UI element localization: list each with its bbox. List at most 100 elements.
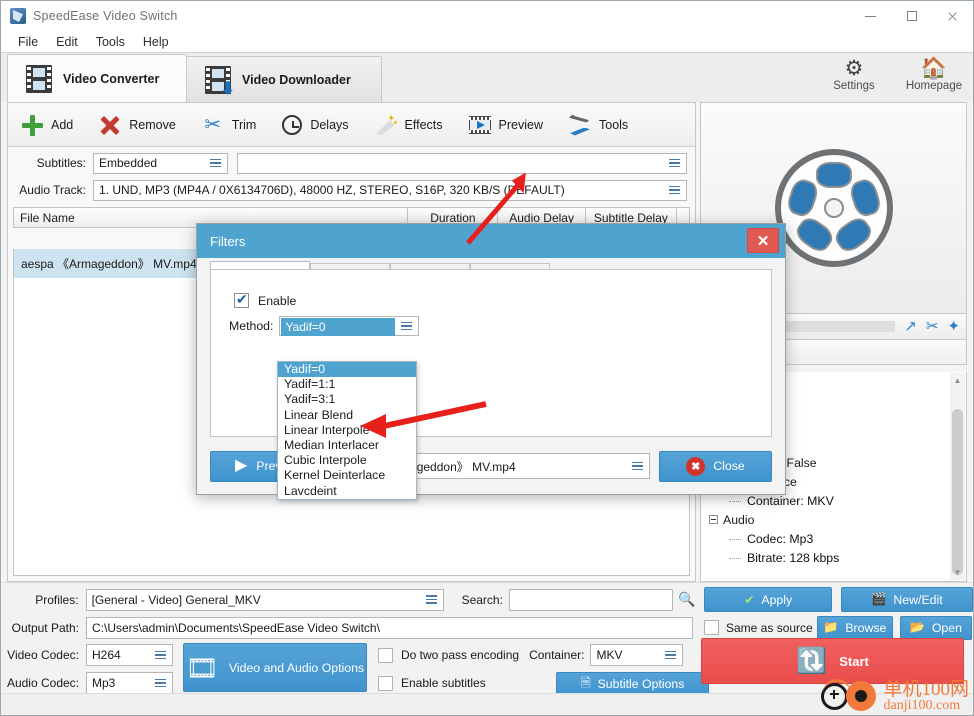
search-icon[interactable]: 🔍 (678, 591, 695, 608)
info-group-audio[interactable]: Audio (707, 511, 966, 530)
tree-dash (729, 558, 741, 559)
tree-dash (729, 501, 741, 502)
homepage-button[interactable]: 🏠 Homepage (903, 57, 965, 92)
film-reel-gear-icon: 🎞 (185, 652, 219, 683)
container-combo[interactable]: MKV (590, 644, 684, 666)
gear-icon: ⚙ (844, 57, 864, 80)
apply-button[interactable]: ✔ Apply (704, 587, 832, 612)
method-option[interactable]: Lavcdeint (278, 484, 416, 499)
audio-codec-combo[interactable]: Mp3 (86, 672, 173, 694)
open-button[interactable]: 📂 Open (899, 615, 972, 640)
video-codec-combo[interactable]: H264 (86, 644, 173, 666)
open-label: Open (931, 620, 962, 635)
method-option[interactable]: Yadif=1:1 (278, 377, 416, 392)
same-as-source-checkbox[interactable] (704, 620, 719, 635)
check-icon: ✔ (744, 592, 755, 607)
new-edit-label: New/Edit (893, 592, 943, 607)
trim-button[interactable]: ✂ Trim (189, 104, 270, 146)
preview-button[interactable]: Preview (456, 104, 556, 146)
filters-file-menu-icon[interactable] (626, 460, 649, 473)
enable-subtitles-checkbox[interactable] (378, 675, 393, 691)
enable-subtitles-label: Enable subtitles (401, 676, 486, 690)
method-value: Yadif=0 (281, 317, 396, 336)
remove-label: Remove (129, 117, 176, 132)
add-button[interactable]: Add (8, 104, 86, 146)
profiles-combo[interactable]: [General - Video] General_MKV (85, 588, 444, 611)
scroll-down-icon[interactable]: ▼ (950, 565, 965, 580)
method-option[interactable]: Kernel Deinterlace (278, 468, 416, 483)
search-input[interactable] (508, 588, 674, 611)
filters-close-button[interactable]: ✕ (747, 228, 779, 253)
container-label: Container: (529, 648, 585, 662)
cut-icon[interactable]: ✂ (926, 319, 939, 334)
output-path-value: C:\Users\admin\Documents\SpeedEase Video… (92, 620, 380, 635)
method-option[interactable]: Median Interlacer (278, 438, 416, 453)
method-option[interactable]: Yadif=0 (278, 362, 416, 378)
tools-button[interactable]: Tools (556, 104, 641, 146)
settings-button[interactable]: ⚙ Settings (823, 57, 885, 92)
scrollbar-thumb[interactable] (952, 409, 963, 575)
x-icon (99, 114, 121, 136)
menu-help[interactable]: Help (134, 33, 178, 51)
method-option[interactable]: Yadif=3:1 (278, 392, 416, 407)
wand-icon[interactable]: ✦ (947, 319, 960, 334)
method-menu-icon[interactable] (395, 320, 418, 333)
menu-file[interactable]: File (9, 33, 47, 51)
minimize-button[interactable] (850, 1, 891, 31)
two-pass-checkbox[interactable] (378, 647, 393, 663)
x-circle-icon: ✖ (686, 456, 706, 476)
maximize-button[interactable] (891, 1, 932, 31)
open-folder-icon: 📂 (909, 620, 925, 634)
export-icon[interactable]: ↗ (904, 319, 917, 334)
subtitle-file-field[interactable] (237, 152, 687, 174)
watermark: 单机100网 danji100.com (821, 679, 969, 713)
subtitles-combo[interactable]: Embedded (93, 152, 228, 174)
new-edit-button[interactable]: 🎬 New/Edit (840, 587, 974, 612)
film-play-icon (468, 114, 491, 136)
container-value: MKV (596, 648, 623, 662)
scroll-up-icon[interactable]: ▲ (950, 373, 965, 388)
home-icon: 🏠 (920, 57, 948, 80)
close-button[interactable] (932, 1, 973, 31)
subtitle-file-menu-icon[interactable] (663, 157, 686, 170)
same-as-source-label: Same as source (726, 620, 813, 635)
filters-dialog: Filters ✕ Deinterlace Crop Rotate Volume… (196, 223, 786, 500)
title-bar: SpeedEase Video Switch (1, 1, 973, 31)
method-option[interactable]: Linear Blend (278, 408, 416, 423)
effects-label: Effects (404, 117, 443, 132)
menu-edit[interactable]: Edit (47, 33, 87, 51)
browse-button[interactable]: 📁 Browse (816, 615, 893, 640)
play-icon: ▶ (234, 457, 248, 474)
method-dropdown[interactable]: Yadif=0 Yadif=1:1 Yadif=3:1 Linear Blend… (277, 361, 417, 500)
start-button[interactable]: 🔃 Start (701, 638, 964, 684)
enable-label: Enable (258, 293, 297, 308)
minimize-icon (865, 15, 876, 17)
video-audio-options-button[interactable]: 🎞 Video and Audio Options (183, 643, 367, 692)
output-path-input[interactable]: C:\Users\admin\Documents\SpeedEase Video… (86, 616, 693, 639)
container-menu-icon[interactable] (659, 649, 682, 662)
profiles-menu-icon[interactable] (420, 593, 443, 606)
film-strip-icon (26, 64, 52, 93)
remove-button[interactable]: Remove (86, 104, 189, 146)
audio-track-combo[interactable]: 1. UND, MP3 (MP4A / 0X6134706D), 48000 H… (93, 179, 687, 201)
video-codec-menu-icon[interactable] (149, 649, 172, 662)
method-option[interactable]: Cubic Interpole (278, 453, 416, 468)
delays-button[interactable]: Delays (269, 104, 361, 146)
apply-label: Apply (761, 592, 793, 607)
subtitles-row: Subtitles: Embedded (8, 150, 695, 176)
effects-button[interactable]: ✦ ✦ Effects (362, 104, 456, 146)
filters-close-action-button[interactable]: ✖ Close (659, 450, 772, 482)
audio-track-row: Audio Track: 1. UND, MP3 (MP4A / 0X61347… (8, 177, 695, 203)
tree-collapse-icon[interactable] (709, 515, 718, 524)
method-option[interactable]: Linear Interpole (278, 423, 416, 438)
audio-codec-menu-icon[interactable] (149, 677, 172, 690)
menu-tools[interactable]: Tools (87, 33, 134, 51)
tab-video-converter[interactable]: Video Converter (7, 54, 187, 102)
audio-track-menu-icon[interactable] (663, 184, 686, 197)
tools-label: Tools (599, 117, 629, 132)
start-label: Start (839, 653, 869, 669)
tab-video-downloader[interactable]: ⬇ Video Downloader (186, 56, 382, 102)
info-tree-scrollbar[interactable]: ▲ ▼ (950, 373, 965, 580)
method-combo[interactable]: Yadif=0 (279, 316, 420, 336)
enable-checkbox[interactable]: ✔ (234, 291, 249, 308)
